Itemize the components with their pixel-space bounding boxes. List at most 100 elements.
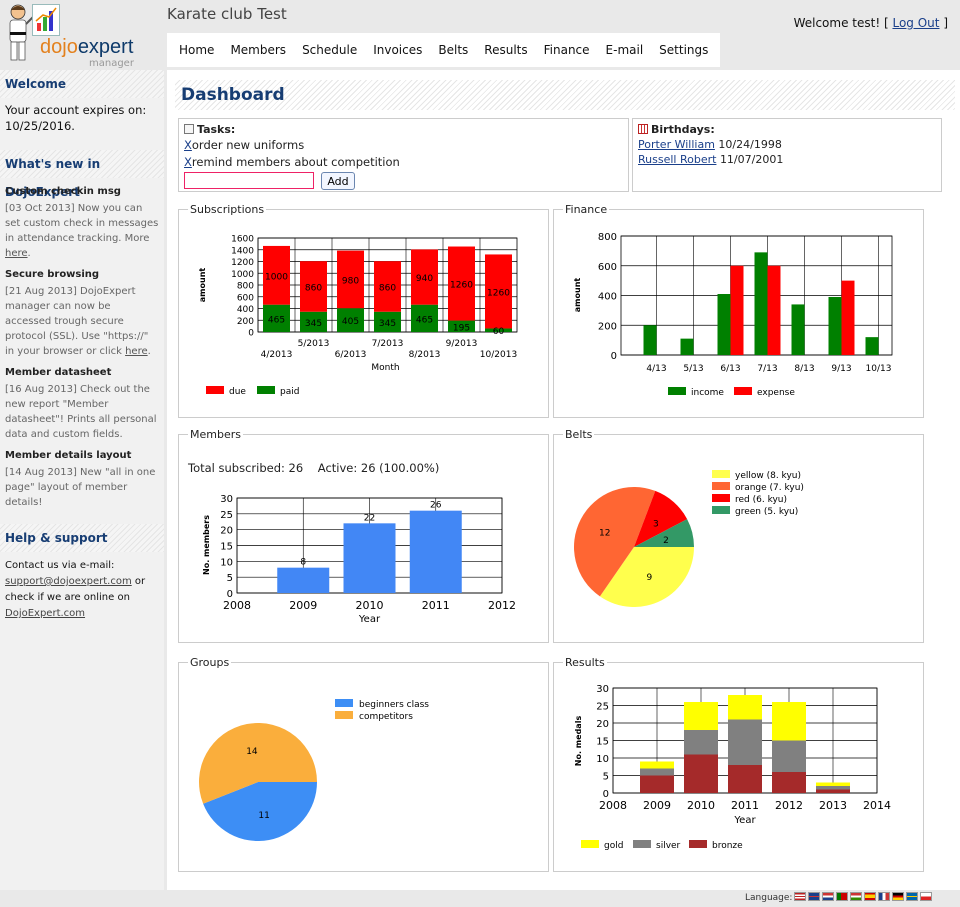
subs-due-label: 860 bbox=[305, 283, 322, 293]
main-content: Dashboard Tasks: Xorder new uniforms Xre… bbox=[167, 70, 960, 890]
mem-xaxis-label: Year bbox=[358, 614, 381, 625]
sidebar-welcome-title: Welcome bbox=[0, 70, 164, 98]
belts-legend-swatch bbox=[712, 506, 730, 514]
nav-email[interactable]: E-mail bbox=[598, 33, 652, 67]
flag-pt-icon[interactable] bbox=[836, 892, 849, 901]
news-ssl-link[interactable]: here bbox=[125, 346, 148, 357]
nav-belts[interactable]: Belts bbox=[430, 33, 476, 67]
res-xtick-label: 2008 bbox=[599, 799, 627, 812]
subs-paid-label: 465 bbox=[416, 315, 433, 325]
fin-bar-expense bbox=[841, 280, 855, 355]
mem-bar-label: 22 bbox=[364, 513, 375, 523]
mem-xtick-label: 2009 bbox=[289, 599, 317, 612]
nav-finance[interactable]: Finance bbox=[536, 33, 598, 67]
task-delete-button[interactable]: X bbox=[184, 138, 192, 152]
flag-se-icon[interactable] bbox=[906, 892, 919, 901]
news-item-text: [03 Oct 2013] Now you can set custom che… bbox=[5, 203, 159, 244]
logo-brand-part2: expert bbox=[77, 36, 134, 58]
res-ytick-label: 5 bbox=[603, 772, 609, 783]
subs-xtick-label: 10/2013 bbox=[480, 350, 517, 360]
language-bar: Language: bbox=[745, 892, 933, 904]
flag-us-icon[interactable] bbox=[794, 892, 807, 901]
news-item-body: [03 Oct 2013] Now you can set custom che… bbox=[0, 199, 164, 261]
fin-xtick-label: 5/13 bbox=[683, 364, 703, 374]
news-item-body: [16 Aug 2013] Check out the new report "… bbox=[5, 384, 157, 440]
nav-results[interactable]: Results bbox=[476, 33, 535, 67]
news-item-body: [14 Aug 2013] New "all in one page" layo… bbox=[5, 467, 156, 508]
res-bar-bronze bbox=[772, 772, 806, 793]
nav-settings[interactable]: Settings bbox=[651, 33, 716, 67]
flag-es-icon[interactable] bbox=[864, 892, 877, 901]
subscriptions-panel-title: Subscriptions bbox=[188, 203, 267, 216]
nav-home[interactable]: Home bbox=[171, 33, 222, 67]
flag-hu-icon[interactable] bbox=[850, 892, 863, 901]
birthday-member-link[interactable]: Porter William bbox=[638, 138, 715, 151]
fin-bar-expense bbox=[730, 265, 744, 355]
fin-xtick-label: 6/13 bbox=[720, 364, 740, 374]
res-bar-silver bbox=[816, 786, 850, 790]
subs-due-label: 1260 bbox=[487, 288, 510, 298]
belts-chart: 9 12 32 yellow (8. kyu) orange (7. kyu) red (… bbox=[574, 470, 804, 607]
subs-due-label: 940 bbox=[416, 274, 433, 284]
belts-legend-swatch bbox=[712, 470, 730, 478]
welcome-bar: Welcome test! [ Log Out ] bbox=[794, 16, 948, 30]
news-item-body: [21 Aug 2013] DojoExpert manager can now… bbox=[0, 282, 164, 359]
mem-xtick-label: 2010 bbox=[356, 599, 384, 612]
finance-panel-title: Finance bbox=[563, 203, 610, 216]
news-item: Custom checkin msg [03 Oct 2013] Now you… bbox=[0, 178, 164, 261]
news-item-tail: . bbox=[27, 248, 31, 259]
groups-legend-swatch bbox=[335, 711, 353, 719]
birthday-member-link[interactable]: Russell Robert bbox=[638, 153, 716, 166]
res-bar-bronze bbox=[728, 765, 762, 793]
dojoexpert-logo[interactable]: dojoexpert manager bbox=[2, 2, 162, 69]
dojoexpert-site-link[interactable]: DojoExpert.com bbox=[5, 608, 85, 619]
subs-xtick-label: 9/2013 bbox=[446, 339, 478, 349]
mem-xtick-label: 2008 bbox=[223, 599, 251, 612]
subs-ytick-label: 0 bbox=[248, 329, 254, 339]
mem-bar bbox=[343, 523, 396, 593]
support-email-link[interactable]: support@dojoexpert.com bbox=[5, 576, 132, 587]
groups-legend-label: competitors bbox=[359, 712, 413, 722]
res-xtick-label: 2011 bbox=[731, 799, 759, 812]
nav-schedule[interactable]: Schedule bbox=[294, 33, 365, 67]
flag-de-icon[interactable] bbox=[892, 892, 905, 901]
news-item-title: Secure browsing bbox=[5, 269, 100, 280]
flag-hr-icon[interactable] bbox=[822, 892, 835, 901]
news-item-title: Member details layout bbox=[5, 450, 132, 461]
nav-members[interactable]: Members bbox=[222, 33, 294, 67]
news-more-link[interactable]: here bbox=[5, 248, 28, 259]
birthdays-title: Birthdays: bbox=[651, 123, 715, 136]
flag-uk-icon[interactable] bbox=[808, 892, 821, 901]
logo-subtitle: manager bbox=[89, 58, 134, 69]
res-bar-gold bbox=[772, 702, 806, 741]
fin-ytick-label: 0 bbox=[611, 351, 617, 362]
fin-xtick-label: 10/13 bbox=[866, 364, 892, 374]
mem-ytick-label: 20 bbox=[220, 526, 233, 537]
add-task-button[interactable]: Add bbox=[321, 172, 355, 190]
mem-bar-label: 26 bbox=[430, 501, 442, 511]
task-delete-button[interactable]: X bbox=[184, 155, 192, 169]
sidebar: Welcome Your account expires on: 10/25/2… bbox=[0, 70, 164, 890]
flag-fr-icon[interactable] bbox=[878, 892, 891, 901]
res-bar-gold bbox=[728, 695, 762, 720]
tasks-box: Tasks: Xorder new uniforms Xremind membe… bbox=[178, 118, 629, 192]
fin-ytick-label: 600 bbox=[598, 262, 617, 273]
subs-paid-label: 345 bbox=[305, 319, 322, 329]
news-item: Secure browsing [21 Aug 2013] DojoExpert… bbox=[0, 261, 164, 359]
subs-due-label: 860 bbox=[379, 283, 396, 293]
nav-invoices[interactable]: Invoices bbox=[365, 33, 430, 67]
flag-pl-icon[interactable] bbox=[920, 892, 933, 901]
subscriptions-chart: 0 200 400 600800 1000 1200 14001600 465 1000 4/20… bbox=[198, 235, 518, 397]
subs-due-label: 980 bbox=[342, 276, 359, 286]
belts-slice-label: 12 bbox=[599, 529, 610, 539]
subscriptions-panel: Subscriptions 0 200 400 600 800 1000 1200 1400 1… bbox=[178, 203, 549, 418]
groups-panel: Groups 11 14 beginners class competitors bbox=[178, 656, 549, 872]
fin-bar-income bbox=[754, 252, 768, 355]
belts-legend-label: orange (7. kyu) bbox=[735, 483, 804, 493]
belts-legend-swatch bbox=[712, 482, 730, 490]
logout-link[interactable]: Log Out bbox=[892, 16, 939, 30]
res-yaxis-label: No. medals bbox=[574, 716, 583, 767]
res-bar-bronze bbox=[816, 789, 850, 793]
new-task-input[interactable] bbox=[184, 172, 314, 189]
res-legend-label: gold bbox=[604, 841, 623, 851]
